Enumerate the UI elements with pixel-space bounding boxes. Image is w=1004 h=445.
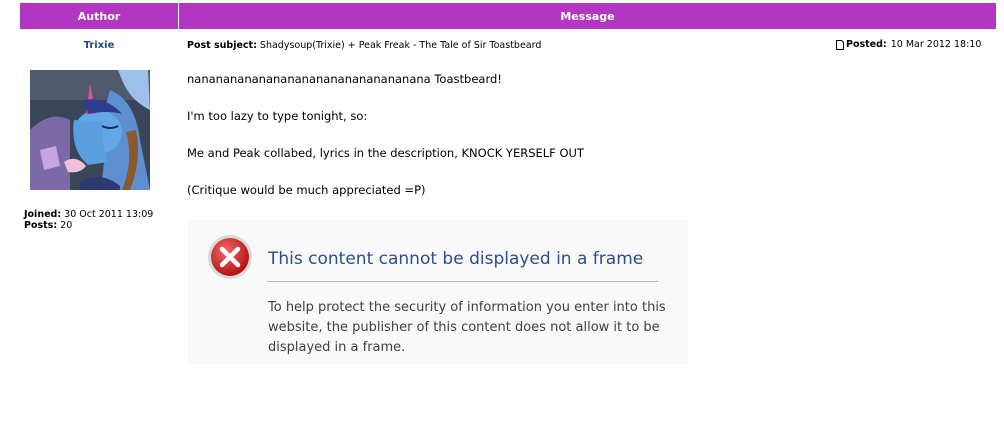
- posted-value: 10 Mar 2012 18:10: [890, 39, 982, 50]
- document-icon[interactable]: [836, 39, 844, 50]
- post-subject-value: Shadysoup(Trixie) + Peak Freak - The Tal…: [259, 40, 542, 51]
- author-name[interactable]: Trixie: [20, 40, 178, 51]
- post-subject-label: Post subject:: [187, 40, 257, 51]
- author-column-header: Author: [20, 3, 179, 29]
- post-body-line: (Critique would be much appreciated =P): [187, 183, 426, 197]
- message-column-header: Message: [179, 3, 996, 29]
- post-body-line: I'm too lazy to type tonight, so:: [187, 109, 368, 123]
- post-subject: Post subject: Shadysoup(Trixie) + Peak F…: [187, 40, 541, 51]
- frame-error-message: To help protect the security of informat…: [268, 300, 666, 355]
- frame-blocked-message: This content cannot be displayed in a fr…: [188, 220, 688, 364]
- posts-label: Posts:: [24, 220, 58, 231]
- joined-value: 30 Oct 2011 13:09: [64, 209, 154, 220]
- post-date: Posted: 10 Mar 2012 18:10: [836, 39, 981, 50]
- table-header: Author Message: [20, 3, 996, 29]
- joined-label: Joined:: [24, 209, 62, 220]
- frame-error-divider: [267, 281, 658, 282]
- error-x-icon: [207, 234, 253, 280]
- author-profile: Joined: 30 Oct 2011 13:09 Posts: 20: [24, 209, 153, 231]
- post-body: nanananananananananananananananana Toast…: [187, 71, 584, 219]
- post-body-line: Me and Peak collabed, lyrics in the desc…: [187, 146, 584, 160]
- frame-error-title: This content cannot be displayed in a fr…: [268, 249, 644, 269]
- avatar: [30, 70, 150, 190]
- posted-label: Posted:: [846, 39, 887, 50]
- post-body-line: nanananananananananananananananana Toast…: [187, 72, 502, 86]
- posts-value: 20: [60, 220, 73, 231]
